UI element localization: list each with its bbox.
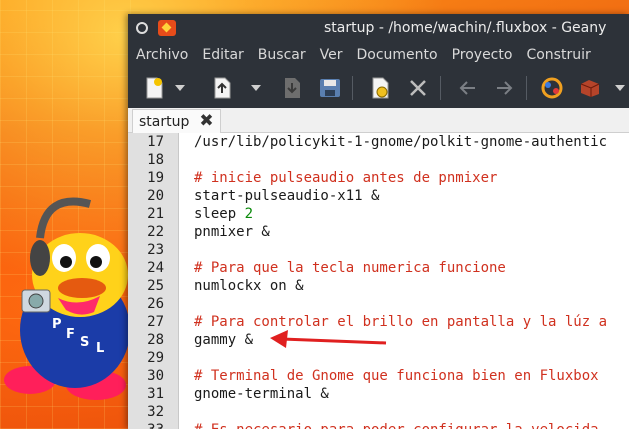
- code-text: sleep: [194, 206, 245, 222]
- code-line[interactable]: 18: [128, 151, 629, 169]
- code-line[interactable]: 26: [128, 295, 629, 313]
- close-file-icon[interactable]: [406, 76, 430, 100]
- document-tabbar: startup ✖: [128, 108, 629, 133]
- close-icon[interactable]: ✖: [199, 113, 213, 130]
- line-code: # Para que la tecla numerica funcione: [194, 259, 506, 277]
- code-line[interactable]: 19 # inicie pulseaudio antes de pnmixer: [128, 169, 629, 187]
- menubar: Archivo Editar Buscar Ver Documento Proy…: [128, 42, 629, 68]
- line-code: # inicie pulseaudio antes de pnmixer: [194, 169, 497, 187]
- revert-icon[interactable]: [368, 76, 392, 100]
- menu-editar[interactable]: Editar: [195, 47, 250, 63]
- line-number: 20: [147, 188, 164, 204]
- line-code: numlockx on &: [194, 277, 304, 295]
- line-code: gnome-terminal &: [194, 385, 329, 403]
- tab-startup[interactable]: startup ✖: [132, 109, 221, 133]
- code-line[interactable]: 31 gnome-terminal &: [128, 385, 629, 403]
- line-code: /usr/lib/policykit-1-gnome/polkit-gnome-…: [194, 133, 607, 151]
- line-number: 29: [147, 350, 164, 366]
- line-number: 25: [147, 278, 164, 294]
- line-number: 28: [147, 332, 164, 348]
- geany-window: startup - /home/wachin/.fluxbox - Geany …: [128, 14, 629, 429]
- toolbar: [128, 68, 629, 108]
- code-line[interactable]: 23: [128, 241, 629, 259]
- code-text: gnome-terminal &: [194, 386, 329, 402]
- line-code: pnmixer &: [194, 223, 270, 241]
- build-dropdown-icon[interactable]: [608, 76, 629, 100]
- line-number: 22: [147, 224, 164, 240]
- code-text: pnmixer &: [194, 224, 270, 240]
- window-title: startup - /home/wachin/.fluxbox - Geany: [324, 20, 607, 36]
- line-number: 26: [147, 296, 164, 312]
- line-number: 33: [128, 421, 164, 429]
- window-titlebar[interactable]: startup - /home/wachin/.fluxbox - Geany: [128, 14, 629, 42]
- line-code: # Para controlar el brillo en pantalla y…: [194, 313, 607, 331]
- line-code: gammy &: [194, 331, 253, 349]
- line-code: start-pulseaudio-x11 &: [194, 187, 379, 205]
- code-line[interactable]: 32: [128, 403, 629, 421]
- build-icon[interactable]: [578, 76, 602, 100]
- mascot-letter-p: P: [52, 317, 62, 332]
- code-line[interactable]: 20 start-pulseaudio-x11 &: [128, 187, 629, 205]
- line-code: # Es necesario para poder configurar la …: [194, 421, 599, 429]
- code-comment: # inicie pulseaudio antes de pnmixer: [194, 170, 498, 186]
- code-comment: # Para que la tecla numerica funcione: [194, 260, 506, 276]
- back-arrow-icon[interactable]: [456, 76, 480, 100]
- save-icon[interactable]: [280, 76, 304, 100]
- toolbar-separator: [352, 76, 353, 100]
- code-line[interactable]: 22 pnmixer &: [128, 223, 629, 241]
- mascot-letter-l: L: [96, 341, 104, 356]
- menu-buscar[interactable]: Buscar: [251, 47, 313, 63]
- code-text: numlockx on &: [194, 278, 304, 294]
- mascot-letter-s: S: [80, 335, 89, 350]
- menu-proyecto[interactable]: Proyecto: [445, 47, 520, 63]
- line-number: 27: [147, 314, 164, 330]
- red-annotation-arrow: [270, 330, 387, 348]
- tux-mascot: P F S L: [4, 197, 130, 400]
- toolbar-separator: [440, 76, 441, 100]
- color-picker-icon[interactable]: [540, 76, 564, 100]
- open-recent-dropdown-icon[interactable]: [244, 76, 268, 100]
- line-number: 24: [147, 260, 164, 276]
- line-number: 30: [147, 368, 164, 384]
- line-number: 31: [147, 386, 164, 402]
- line-number: 19: [147, 170, 164, 186]
- open-file-icon[interactable]: [210, 76, 234, 100]
- line-code: sleep 2: [194, 205, 253, 223]
- save-all-icon[interactable]: [318, 76, 342, 100]
- menu-ver[interactable]: Ver: [313, 47, 350, 63]
- line-number: 23: [147, 242, 164, 258]
- line-number: 32: [147, 404, 164, 420]
- line-number: 17: [147, 134, 164, 150]
- tab-label: startup: [139, 113, 190, 130]
- code-line[interactable]: 33 # Es necesario para poder configurar l…: [128, 421, 629, 429]
- line-number: 18: [147, 152, 164, 168]
- line-code: # Terminal de Gnome que funciona bien en…: [194, 367, 599, 385]
- toolbar-separator: [526, 76, 527, 100]
- code-number: 2: [244, 206, 254, 222]
- new-file-icon[interactable]: [142, 76, 166, 100]
- code-text: /usr/lib/policykit-1-gnome/polkit-gnome-…: [194, 134, 608, 150]
- code-line[interactable]: 21 sleep 2: [128, 205, 629, 223]
- code-editor[interactable]: 17/usr/lib/policykit-1-gnome/polkit-gnom…: [128, 133, 629, 429]
- mascot-letter-f: F: [66, 327, 75, 342]
- code-line[interactable]: 24 # Para que la tecla numerica funcione: [128, 259, 629, 277]
- dropdown-icon[interactable]: [168, 76, 192, 100]
- menu-documento[interactable]: Documento: [349, 47, 444, 63]
- window-menu-icon[interactable]: [136, 22, 148, 34]
- forward-arrow-icon[interactable]: [492, 76, 516, 100]
- code-line[interactable]: 17/usr/lib/policykit-1-gnome/polkit-gnom…: [128, 133, 629, 151]
- code-comment: # Para controlar el brillo en pantalla y…: [194, 314, 608, 330]
- code-text: gammy &: [194, 332, 254, 348]
- code-comment: # Terminal de Gnome que funciona bien en…: [194, 368, 599, 384]
- geany-app-icon: [158, 20, 176, 36]
- code-text: start-pulseaudio-x11 &: [194, 188, 380, 204]
- line-number: 21: [147, 206, 164, 222]
- code-line[interactable]: 30 # Terminal de Gnome que funciona bien …: [128, 367, 629, 385]
- menu-construir[interactable]: Construir: [519, 47, 597, 63]
- menu-archivo[interactable]: Archivo: [128, 47, 195, 63]
- code-line[interactable]: 25 numlockx on &: [128, 277, 629, 295]
- code-comment: # Es necesario para poder configurar la …: [194, 422, 599, 429]
